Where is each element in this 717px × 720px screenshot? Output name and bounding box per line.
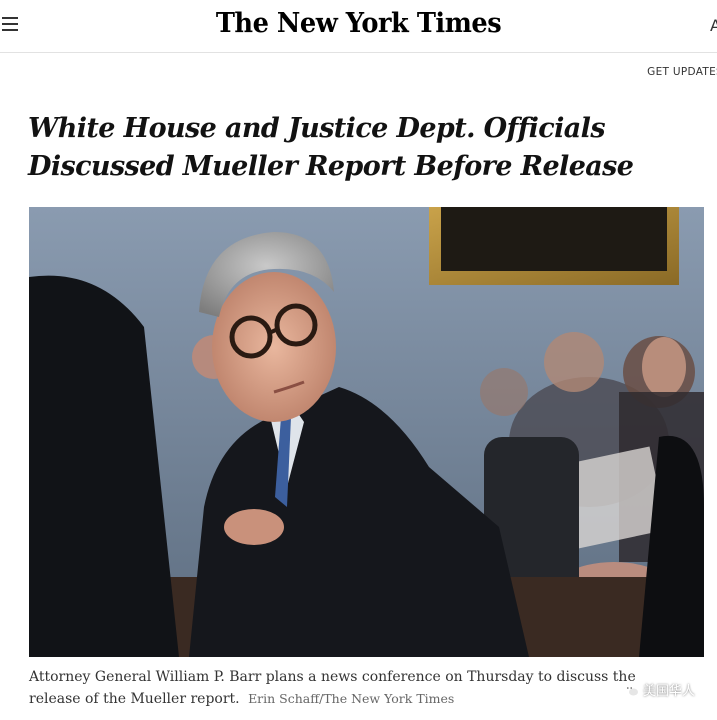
top-bar: The New York Times A bbox=[0, 0, 717, 53]
watermark: 美国华人 bbox=[623, 680, 695, 699]
get-updates-link[interactable]: GET UPDATES bbox=[647, 66, 717, 78]
hamburger-menu-icon[interactable] bbox=[2, 17, 18, 31]
article-photo bbox=[29, 207, 704, 657]
masthead-logo[interactable]: The New York Times bbox=[18, 8, 699, 39]
watermark-text: 美国华人 bbox=[642, 684, 695, 699]
wechat-icon bbox=[623, 684, 638, 695]
article-headline: White House and Justice Dept. Officials … bbox=[28, 113, 634, 182]
font-size-button[interactable]: A bbox=[710, 16, 717, 35]
photo-caption: Attorney General William P. Barr plans a… bbox=[29, 667, 669, 710]
photo-credit: Erin Schaff/The New York Times bbox=[248, 691, 455, 706]
